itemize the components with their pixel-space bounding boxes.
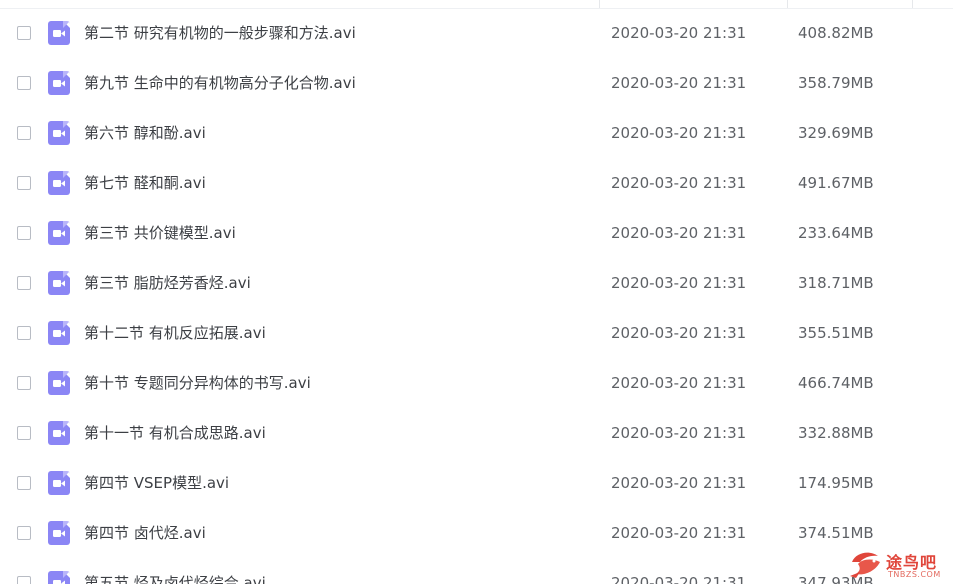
row-checkbox[interactable] [17, 76, 31, 90]
file-name[interactable]: 第四节 卤代烃.avi [84, 508, 206, 558]
file-modified-date: 2020-03-20 21:31 [611, 524, 747, 542]
video-file-icon [48, 21, 70, 45]
file-modified-date: 2020-03-20 21:31 [611, 324, 747, 342]
row-checkbox[interactable] [17, 376, 31, 390]
video-camera-icon [53, 380, 65, 387]
video-file-icon [48, 371, 70, 395]
file-row[interactable]: 第三节 共价键模型.avi 2020-03-20 21:31 233.64MB [0, 208, 953, 258]
file-rows: 第二节 研究有机物的一般步骤和方法.avi 2020-03-20 21:31 408… [0, 8, 953, 584]
file-modified-date: 2020-03-20 21:31 [611, 274, 747, 292]
row-checkbox[interactable] [17, 426, 31, 440]
row-checkbox[interactable] [17, 476, 31, 490]
file-row[interactable]: 第三节 脂肪烃芳香烃.avi 2020-03-20 21:31 318.71MB [0, 258, 953, 308]
video-camera-icon [53, 430, 65, 437]
file-name[interactable]: 第三节 共价键模型.avi [84, 208, 236, 258]
file-name[interactable]: 第五节 烃及卤代烃综合.avi [84, 558, 266, 584]
file-name[interactable]: 第七节 醛和酮.avi [84, 158, 206, 208]
file-modified-date: 2020-03-20 21:31 [611, 124, 747, 142]
video-file-icon [48, 421, 70, 445]
column-divider[interactable] [599, 0, 600, 8]
file-name[interactable]: 第四节 VSEP模型.avi [84, 458, 229, 508]
file-size: 174.95MB [798, 474, 874, 492]
video-camera-icon [53, 280, 65, 287]
row-checkbox[interactable] [17, 326, 31, 340]
row-checkbox[interactable] [17, 526, 31, 540]
file-row[interactable]: 第九节 生命中的有机物高分子化合物.avi 2020-03-20 21:31 358… [0, 58, 953, 108]
file-row[interactable]: 第七节 醛和酮.avi 2020-03-20 21:31 491.67MB [0, 158, 953, 208]
file-size: 408.82MB [798, 24, 874, 42]
video-file-icon [48, 71, 70, 95]
file-modified-date: 2020-03-20 21:31 [611, 424, 747, 442]
video-camera-icon [53, 330, 65, 337]
row-checkbox[interactable] [17, 176, 31, 190]
file-name[interactable]: 第九节 生命中的有机物高分子化合物.avi [84, 58, 356, 108]
file-modified-date: 2020-03-20 21:31 [611, 574, 747, 584]
column-divider[interactable] [912, 0, 913, 8]
file-modified-date: 2020-03-20 21:31 [611, 174, 747, 192]
row-checkbox[interactable] [17, 276, 31, 290]
file-row[interactable]: 第十节 专题同分异构体的书写.avi 2020-03-20 21:31 466.74… [0, 358, 953, 408]
file-list: 第二节 研究有机物的一般步骤和方法.avi 2020-03-20 21:31 408… [0, 0, 953, 584]
video-camera-icon [53, 30, 65, 37]
video-camera-icon [53, 480, 65, 487]
file-row[interactable]: 第六节 醇和酚.avi 2020-03-20 21:31 329.69MB [0, 108, 953, 158]
video-camera-icon [53, 180, 65, 187]
file-modified-date: 2020-03-20 21:31 [611, 374, 747, 392]
file-row[interactable]: 第四节 卤代烃.avi 2020-03-20 21:31 374.51MB [0, 508, 953, 558]
row-checkbox[interactable] [17, 126, 31, 140]
file-name[interactable]: 第三节 脂肪烃芳香烃.avi [84, 258, 251, 308]
video-file-icon [48, 321, 70, 345]
video-file-icon [48, 171, 70, 195]
file-name[interactable]: 第十二节 有机反应拓展.avi [84, 308, 266, 358]
file-name[interactable]: 第十节 专题同分异构体的书写.avi [84, 358, 311, 408]
watermark: 途鸟吧 TNBZS.COM [848, 546, 948, 584]
file-size: 491.67MB [798, 174, 874, 192]
file-row[interactable]: 第十二节 有机反应拓展.avi 2020-03-20 21:31 355.51MB [0, 308, 953, 358]
file-name[interactable]: 第六节 醇和酚.avi [84, 108, 206, 158]
file-size: 233.64MB [798, 224, 874, 242]
video-camera-icon [53, 530, 65, 537]
file-name[interactable]: 第二节 研究有机物的一般步骤和方法.avi [84, 8, 356, 58]
file-size: 358.79MB [798, 74, 874, 92]
video-file-icon [48, 471, 70, 495]
video-file-icon [48, 571, 70, 584]
video-file-icon [48, 221, 70, 245]
row-checkbox[interactable] [17, 226, 31, 240]
watermark-logo-icon [850, 552, 880, 578]
video-camera-icon [53, 580, 65, 584]
file-row[interactable]: 第二节 研究有机物的一般步骤和方法.avi 2020-03-20 21:31 408… [0, 8, 953, 58]
file-size: 318.71MB [798, 274, 874, 292]
file-row[interactable]: 第十一节 有机合成思路.avi 2020-03-20 21:31 332.88MB [0, 408, 953, 458]
video-file-icon [48, 121, 70, 145]
row-checkbox[interactable] [17, 576, 31, 584]
file-name[interactable]: 第十一节 有机合成思路.avi [84, 408, 266, 458]
video-file-icon [48, 271, 70, 295]
video-camera-icon [53, 230, 65, 237]
file-modified-date: 2020-03-20 21:31 [611, 24, 747, 42]
row-checkbox[interactable] [17, 26, 31, 40]
file-size: 329.69MB [798, 124, 874, 142]
file-size: 355.51MB [798, 324, 874, 342]
file-modified-date: 2020-03-20 21:31 [611, 74, 747, 92]
file-modified-date: 2020-03-20 21:31 [611, 474, 747, 492]
video-camera-icon [53, 130, 65, 137]
watermark-subtext: TNBZS.COM [888, 570, 941, 579]
video-file-icon [48, 521, 70, 545]
file-size: 466.74MB [798, 374, 874, 392]
video-camera-icon [53, 80, 65, 87]
file-row[interactable]: 第四节 VSEP模型.avi 2020-03-20 21:31 174.95MB [0, 458, 953, 508]
column-divider[interactable] [787, 0, 788, 8]
file-row[interactable]: 第五节 烃及卤代烃综合.avi 2020-03-20 21:31 347.93MB [0, 558, 953, 584]
file-size: 332.88MB [798, 424, 874, 442]
file-modified-date: 2020-03-20 21:31 [611, 224, 747, 242]
